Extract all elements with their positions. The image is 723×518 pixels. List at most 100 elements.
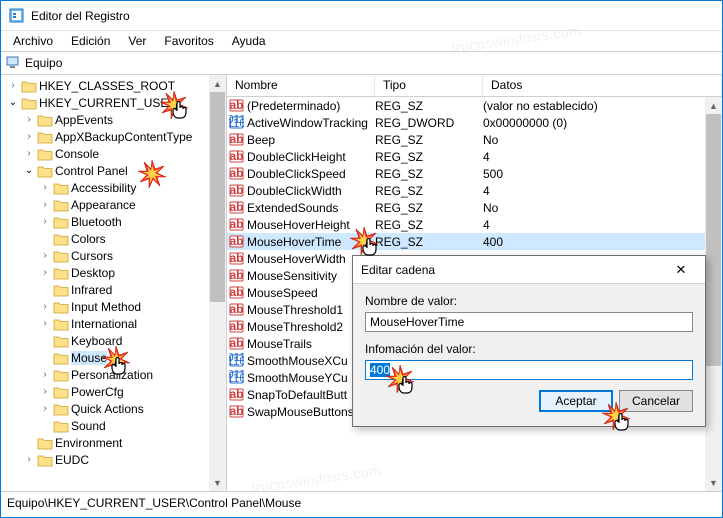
value-type: REG_SZ bbox=[375, 99, 483, 113]
folder-icon bbox=[53, 385, 69, 399]
tree-cursors[interactable]: ›Cursors bbox=[1, 247, 226, 264]
app-icon bbox=[9, 8, 25, 24]
string-value-icon bbox=[227, 234, 245, 249]
tree-desktop[interactable]: ›Desktop bbox=[1, 264, 226, 281]
string-value-icon bbox=[227, 404, 245, 419]
value-name: DoubleClickWidth bbox=[245, 184, 375, 198]
menu-file[interactable]: Archivo bbox=[5, 32, 61, 50]
string-value-icon bbox=[227, 319, 245, 334]
folder-icon bbox=[53, 232, 69, 246]
list-row[interactable]: MouseHoverTimeREG_SZ400 bbox=[227, 233, 722, 250]
string-value-icon bbox=[227, 336, 245, 351]
folder-icon bbox=[21, 79, 37, 93]
value-data: (valor no establecido) bbox=[483, 99, 722, 113]
value-data-label: Infomación del valor: bbox=[365, 342, 693, 356]
folder-icon bbox=[37, 453, 53, 467]
menu-help[interactable]: Ayuda bbox=[224, 32, 274, 50]
value-name: Beep bbox=[245, 133, 375, 147]
folder-icon bbox=[53, 300, 69, 314]
root-node[interactable]: Equipo bbox=[5, 55, 62, 71]
col-name[interactable]: Nombre bbox=[227, 75, 375, 96]
folder-icon bbox=[37, 147, 53, 161]
value-type: REG_SZ bbox=[375, 167, 483, 181]
tree-quickactions[interactable]: ›Quick Actions bbox=[1, 400, 226, 417]
folder-icon bbox=[37, 130, 53, 144]
tree-console[interactable]: ›Console bbox=[1, 145, 226, 162]
tree-hkcr[interactable]: ›HKEY_CLASSES_ROOT bbox=[1, 77, 226, 94]
ok-button[interactable]: Aceptar bbox=[539, 390, 613, 412]
folder-icon bbox=[53, 249, 69, 263]
value-data: 4 bbox=[483, 218, 722, 232]
scroll-up-icon[interactable]: ▲ bbox=[209, 75, 226, 92]
menu-favorites[interactable]: Favoritos bbox=[156, 32, 221, 50]
string-value-icon bbox=[227, 166, 245, 181]
tree-cpl[interactable]: ⌄Control Panel bbox=[1, 162, 226, 179]
root-node-label: Equipo bbox=[25, 56, 62, 70]
folder-icon bbox=[53, 402, 69, 416]
tree-powercfg[interactable]: ›PowerCfg bbox=[1, 383, 226, 400]
tree-colors[interactable]: Colors bbox=[1, 230, 226, 247]
tree-environment[interactable]: Environment bbox=[1, 434, 226, 451]
list-row[interactable]: (Predeterminado)REG_SZ(valor no establec… bbox=[227, 97, 722, 114]
tree-bluetooth[interactable]: ›Bluetooth bbox=[1, 213, 226, 230]
value-data-field[interactable]: 400 bbox=[365, 360, 693, 380]
close-icon[interactable]: ✕ bbox=[665, 262, 697, 278]
value-name-label: Nombre de valor: bbox=[365, 294, 693, 308]
tree-appevents[interactable]: ›AppEvents bbox=[1, 111, 226, 128]
tree-international[interactable]: ›International bbox=[1, 315, 226, 332]
value-type: REG_SZ bbox=[375, 150, 483, 164]
string-value-icon bbox=[227, 268, 245, 283]
col-type[interactable]: Tipo bbox=[375, 75, 483, 96]
scroll-up-icon[interactable]: ▲ bbox=[705, 97, 722, 114]
value-name: MouseHoverHeight bbox=[245, 218, 375, 232]
string-value-icon bbox=[227, 217, 245, 232]
menu-view[interactable]: Ver bbox=[120, 32, 154, 50]
tree-eudc[interactable]: ›EUDC bbox=[1, 451, 226, 468]
tree-infrared[interactable]: Infrared bbox=[1, 281, 226, 298]
tree-sound[interactable]: Sound bbox=[1, 417, 226, 434]
tree-mouse[interactable]: Mouse bbox=[1, 349, 226, 366]
cancel-button[interactable]: Cancelar bbox=[619, 390, 693, 412]
tree-personalization[interactable]: ›Personalization bbox=[1, 366, 226, 383]
list-row[interactable]: BeepREG_SZNo bbox=[227, 131, 722, 148]
list-row[interactable]: ExtendedSoundsREG_SZNo bbox=[227, 199, 722, 216]
list-header: Nombre Tipo Datos bbox=[227, 75, 722, 97]
string-value-icon bbox=[227, 98, 245, 113]
tree-scrollbar[interactable]: ▲ ▼ bbox=[209, 75, 226, 491]
menu-edit[interactable]: Edición bbox=[63, 32, 118, 50]
window-title: Editor del Registro bbox=[31, 9, 130, 23]
tree-accessibility[interactable]: ›Accessibility bbox=[1, 179, 226, 196]
value-name: ActiveWindowTracking bbox=[245, 116, 375, 130]
status-path: Equipo\HKEY_CURRENT_USER\Control Panel\M… bbox=[7, 496, 301, 510]
list-row[interactable]: DoubleClickHeightREG_SZ4 bbox=[227, 148, 722, 165]
value-name-field[interactable]: MouseHoverTime bbox=[365, 312, 693, 332]
value-data: 400 bbox=[483, 235, 722, 249]
folder-icon bbox=[37, 164, 53, 178]
folder-icon bbox=[37, 113, 53, 127]
col-data[interactable]: Datos bbox=[483, 75, 722, 96]
tree-appearance[interactable]: ›Appearance bbox=[1, 196, 226, 213]
dialog-title: Editar cadena bbox=[361, 263, 435, 277]
value-data: No bbox=[483, 201, 722, 215]
value-data: 4 bbox=[483, 150, 722, 164]
folder-icon bbox=[53, 266, 69, 280]
folder-icon bbox=[53, 283, 69, 297]
tree-hkcu[interactable]: ⌄HKEY_CURRENT_USER bbox=[1, 94, 226, 111]
string-value-icon bbox=[227, 132, 245, 147]
scroll-down-icon[interactable]: ▼ bbox=[705, 474, 722, 491]
list-scrollbar[interactable]: ▲ ▼ bbox=[705, 97, 722, 491]
binary-value-icon bbox=[227, 353, 245, 368]
list-row[interactable]: DoubleClickWidthREG_SZ4 bbox=[227, 182, 722, 199]
list-row[interactable]: MouseHoverHeightREG_SZ4 bbox=[227, 216, 722, 233]
value-name: DoubleClickHeight bbox=[245, 150, 375, 164]
tree-inputmethod[interactable]: ›Input Method bbox=[1, 298, 226, 315]
string-value-icon bbox=[227, 285, 245, 300]
folder-icon bbox=[53, 368, 69, 382]
value-name: ExtendedSounds bbox=[245, 201, 375, 215]
list-row[interactable]: DoubleClickSpeedREG_SZ500 bbox=[227, 165, 722, 182]
computer-icon bbox=[5, 55, 21, 71]
tree-keyboard[interactable]: Keyboard bbox=[1, 332, 226, 349]
list-row[interactable]: ActiveWindowTrackingREG_DWORD0x00000000 … bbox=[227, 114, 722, 131]
tree-appx[interactable]: ›AppXBackupContentType bbox=[1, 128, 226, 145]
scroll-down-icon[interactable]: ▼ bbox=[209, 474, 226, 491]
